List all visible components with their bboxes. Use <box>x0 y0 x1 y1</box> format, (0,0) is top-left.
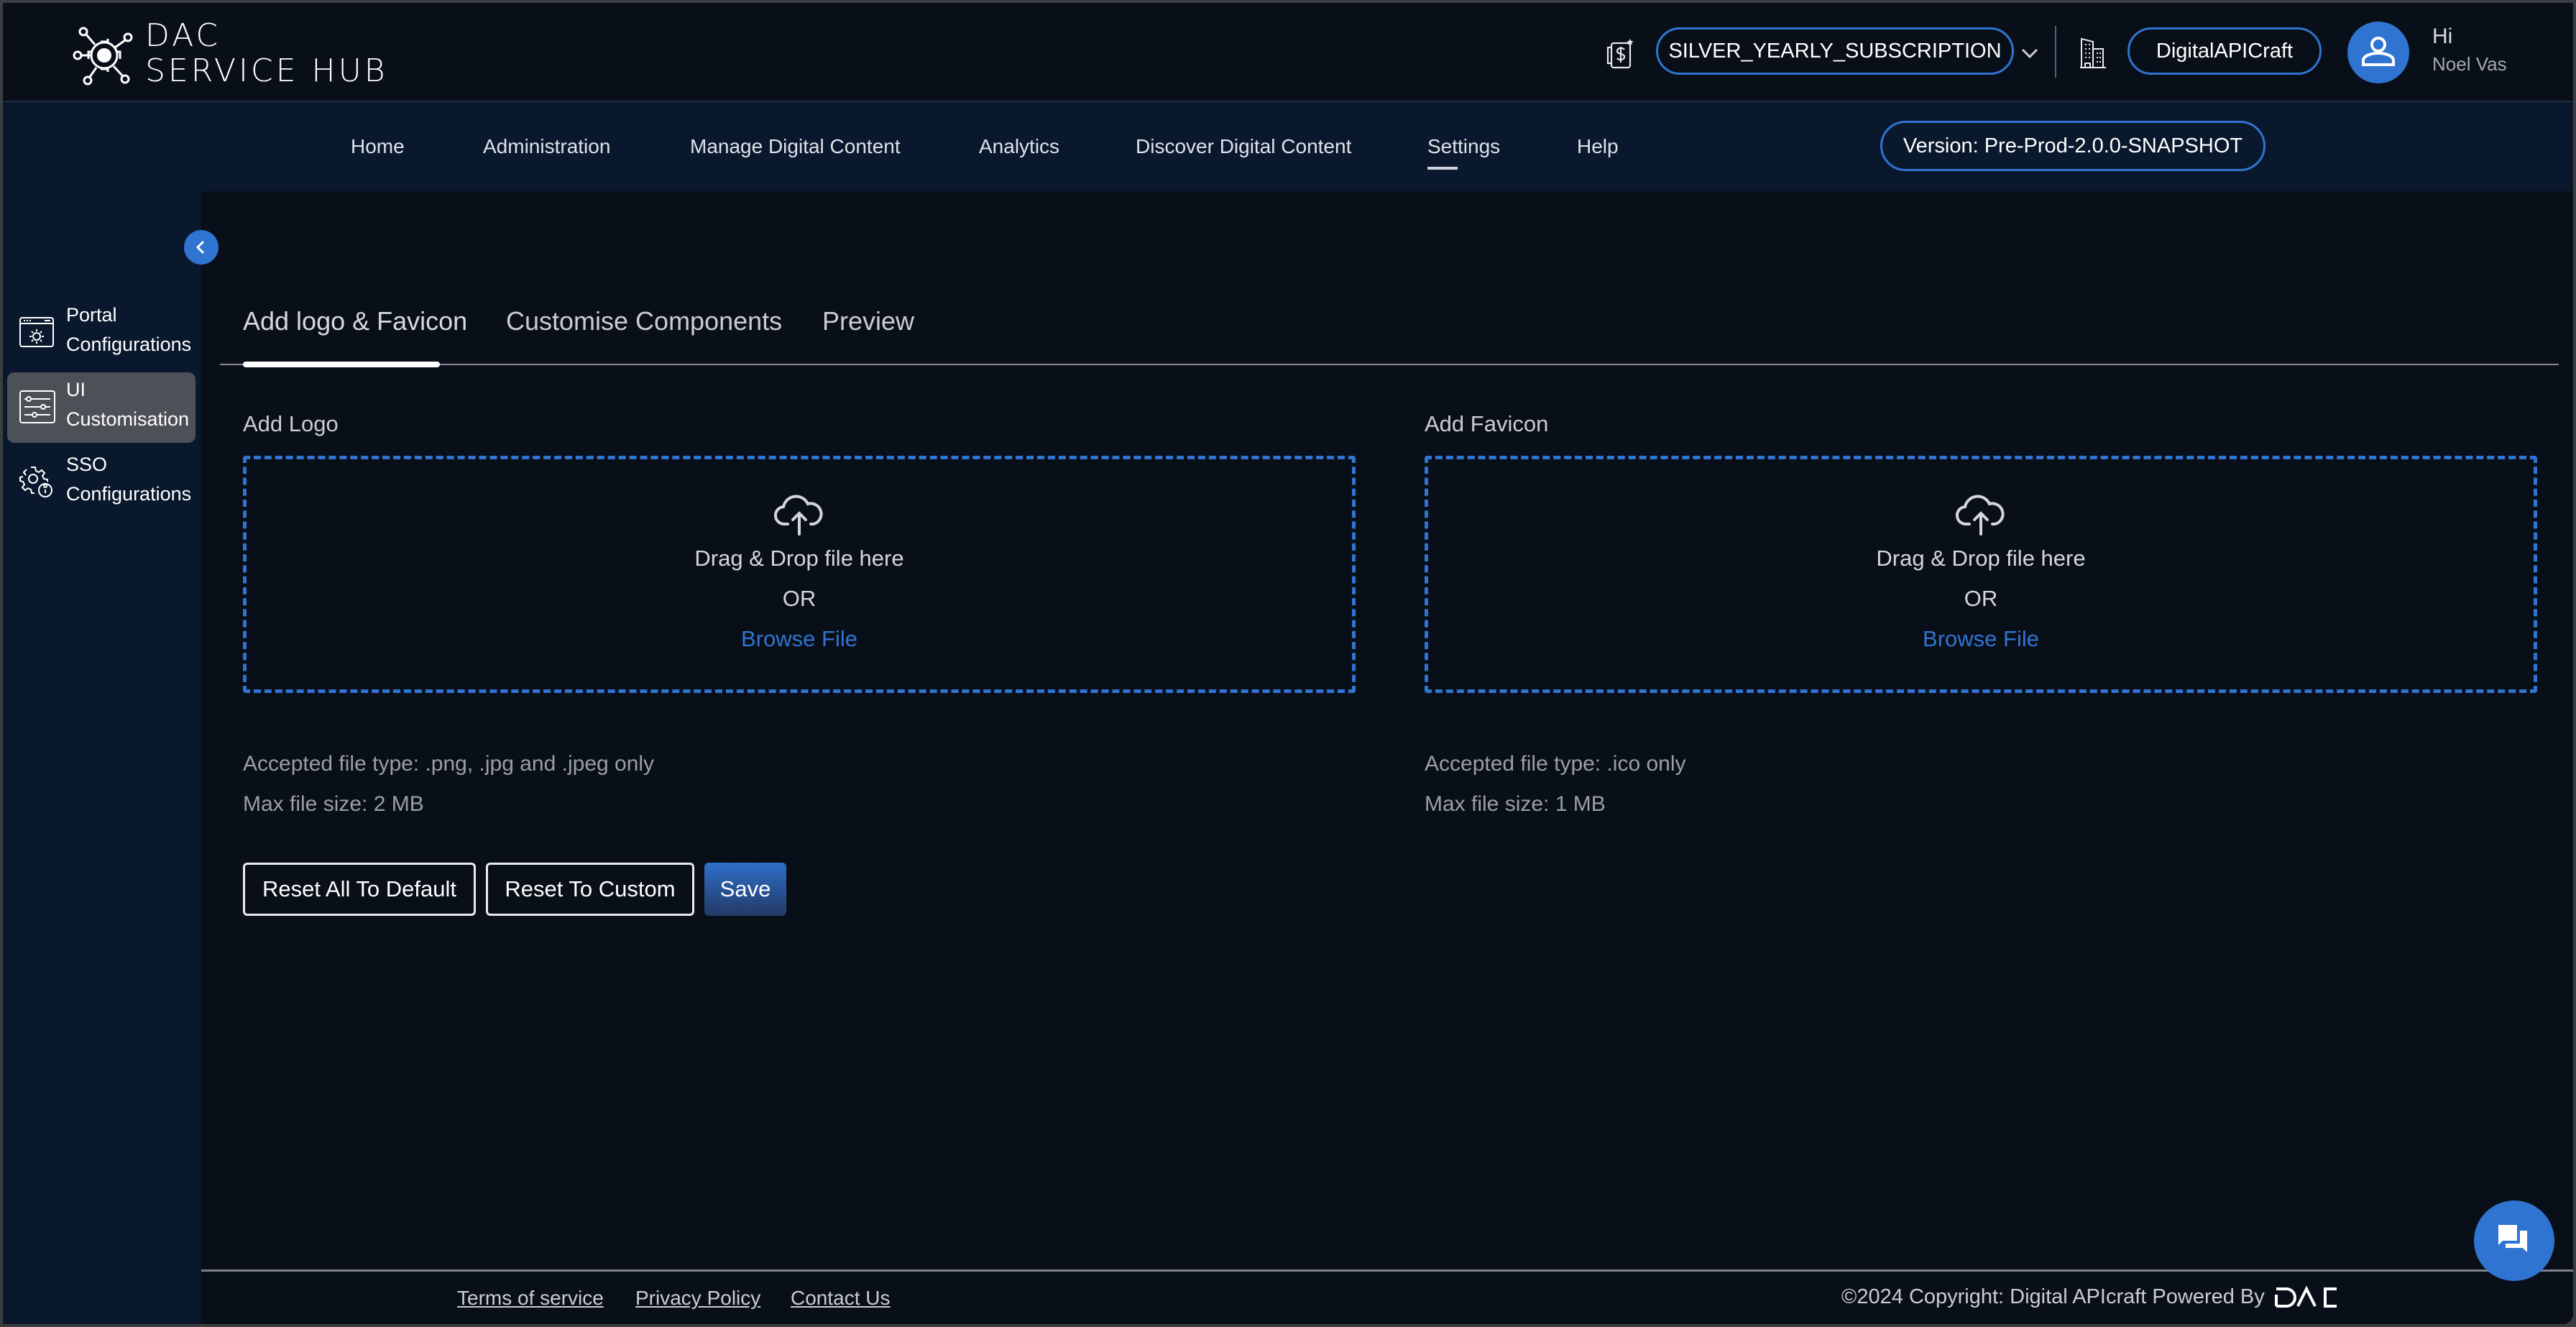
header-divider <box>2055 26 2056 78</box>
nav-discover-digital-content[interactable]: Discover Digital Content <box>1136 135 1351 158</box>
or-text: OR <box>782 586 816 611</box>
subscription-selector[interactable]: SILVER_YEARLY_SUBSCRIPTION <box>1656 27 2014 75</box>
drag-drop-text: Drag & Drop file here <box>694 546 904 571</box>
logo-upload-title: Add Logo <box>243 411 339 436</box>
nav-help[interactable]: Help <box>1577 135 1619 158</box>
user-name: Noel Vas <box>2432 53 2507 75</box>
nav-analytics[interactable]: Analytics <box>979 135 1059 158</box>
chevron-left-icon <box>196 240 205 254</box>
sidebar-label-line2: Customisation <box>66 408 190 430</box>
chat-icon <box>2498 1225 2527 1252</box>
max-file-size: Max file size: 1 MB <box>1425 792 1606 816</box>
logo-text: DAC SERVICE HUB <box>145 19 388 89</box>
reset-to-custom-button[interactable]: Reset To Custom <box>486 863 694 916</box>
sidebar-label-line1: UI <box>66 379 86 400</box>
dac-service-hub-logo[interactable]: DAC SERVICE HUB <box>72 19 402 91</box>
chat-support-button[interactable] <box>2474 1200 2554 1281</box>
reset-all-to-default-button[interactable]: Reset All To Default <box>243 863 476 916</box>
settings-sidebar: Portal Configurations UI Customisation S… <box>3 191 218 1324</box>
favicon-dropzone[interactable]: Drag & Drop file here OR Browse File <box>1425 456 2537 693</box>
browse-file-link[interactable]: Browse File <box>247 626 1352 652</box>
portal-settings-icon <box>19 317 54 347</box>
cloud-upload-icon <box>1956 495 2005 536</box>
favicon-upload-title: Add Favicon <box>1425 411 1549 436</box>
sidebar-item-ui-customisation[interactable]: UI Customisation <box>7 372 196 443</box>
sidebar-item-portal-configurations[interactable]: Portal Configurations <box>7 298 196 368</box>
greeting: Hi <box>2432 24 2453 48</box>
tab-bar: Add logo & Favicon Customise Components … <box>201 191 2562 367</box>
sidebar-label: SSO Configurations <box>66 450 191 509</box>
tab-add-logo-favicon[interactable]: Add logo & Favicon <box>243 306 467 336</box>
version-badge: Version: Pre-Prod-2.0.0-SNAPSHOT <box>1880 121 2266 171</box>
gear-lock-icon <box>19 467 52 497</box>
logo-dropzone[interactable]: Drag & Drop file here OR Browse File <box>243 456 1356 693</box>
logo-line2: SERVICE HUB <box>145 52 388 89</box>
contact-us-link[interactable]: Contact Us <box>791 1287 891 1310</box>
main-content: Add logo & Favicon Customise Components … <box>201 191 2573 1324</box>
sidebar-label: UI Customisation <box>66 375 189 434</box>
collapse-sidebar-button[interactable] <box>184 230 218 265</box>
sidebar-label: Portal Configurations <box>66 300 191 359</box>
nav-manage-digital-content[interactable]: Manage Digital Content <box>690 135 901 158</box>
privacy-policy-link[interactable]: Privacy Policy <box>635 1287 760 1310</box>
sidebar-label-line1: Portal <box>66 304 117 326</box>
sidebar-label-line1: SSO <box>66 454 108 475</box>
sidebar-label-line2: Configurations <box>66 483 192 505</box>
dac-logo-icon <box>2274 1285 2337 1308</box>
nav-settings[interactable]: Settings <box>1427 135 1500 170</box>
or-text: OR <box>1964 586 1998 611</box>
nav-home[interactable]: Home <box>351 135 405 158</box>
app-window: DAC SERVICE HUB SILVER_YEARLY_SUBSCRIPTI… <box>3 3 2573 1324</box>
drag-drop-text: Drag & Drop file here <box>1876 546 2086 571</box>
sidebar-label-line2: Configurations <box>66 334 192 355</box>
sliders-icon <box>19 390 55 423</box>
avatar[interactable] <box>2347 22 2409 83</box>
logo-upload-section: Add Logo Drag & Drop file here OR Browse… <box>243 411 1356 816</box>
active-tab-indicator <box>243 362 440 367</box>
top-header: DAC SERVICE HUB SILVER_YEARLY_SUBSCRIPTI… <box>3 3 2573 102</box>
tab-divider <box>220 364 2559 365</box>
accepted-file-type: Accepted file type: .png, .jpg and .jpeg… <box>243 752 655 776</box>
building-icon <box>2080 37 2106 68</box>
logo-line1: DAC <box>145 17 221 54</box>
chevron-down-icon[interactable] <box>2020 45 2040 62</box>
max-file-size: Max file size: 2 MB <box>243 792 424 816</box>
sidebar-item-sso-configurations[interactable]: SSO Configurations <box>7 447 196 518</box>
copyright-text: ©2024 Copyright: Digital APIcraft Powere… <box>1841 1285 2265 1308</box>
browse-file-link[interactable]: Browse File <box>1428 626 2534 652</box>
copyright: ©2024 Copyright: Digital APIcraft Powere… <box>1841 1285 2338 1309</box>
terms-of-service-link[interactable]: Terms of service <box>457 1287 604 1310</box>
nav-administration[interactable]: Administration <box>483 135 610 158</box>
gear-network-icon <box>73 27 133 86</box>
cloud-upload-icon <box>774 495 823 536</box>
save-button[interactable]: Save <box>704 863 786 916</box>
subscription-dollar-icon <box>1606 39 1634 69</box>
favicon-upload-section: Add Favicon Drag & Drop file here OR Bro… <box>1425 411 2537 816</box>
tab-customise-components[interactable]: Customise Components <box>506 306 782 336</box>
organization-selector[interactable]: DigitalAPICraft <box>2128 27 2322 75</box>
accepted-file-type: Accepted file type: .ico only <box>1425 752 1686 776</box>
footer-divider <box>201 1269 2573 1272</box>
user-icon <box>2362 37 2395 66</box>
tab-preview[interactable]: Preview <box>822 306 914 336</box>
main-nav: Home Administration Manage Digital Conte… <box>3 102 2573 191</box>
